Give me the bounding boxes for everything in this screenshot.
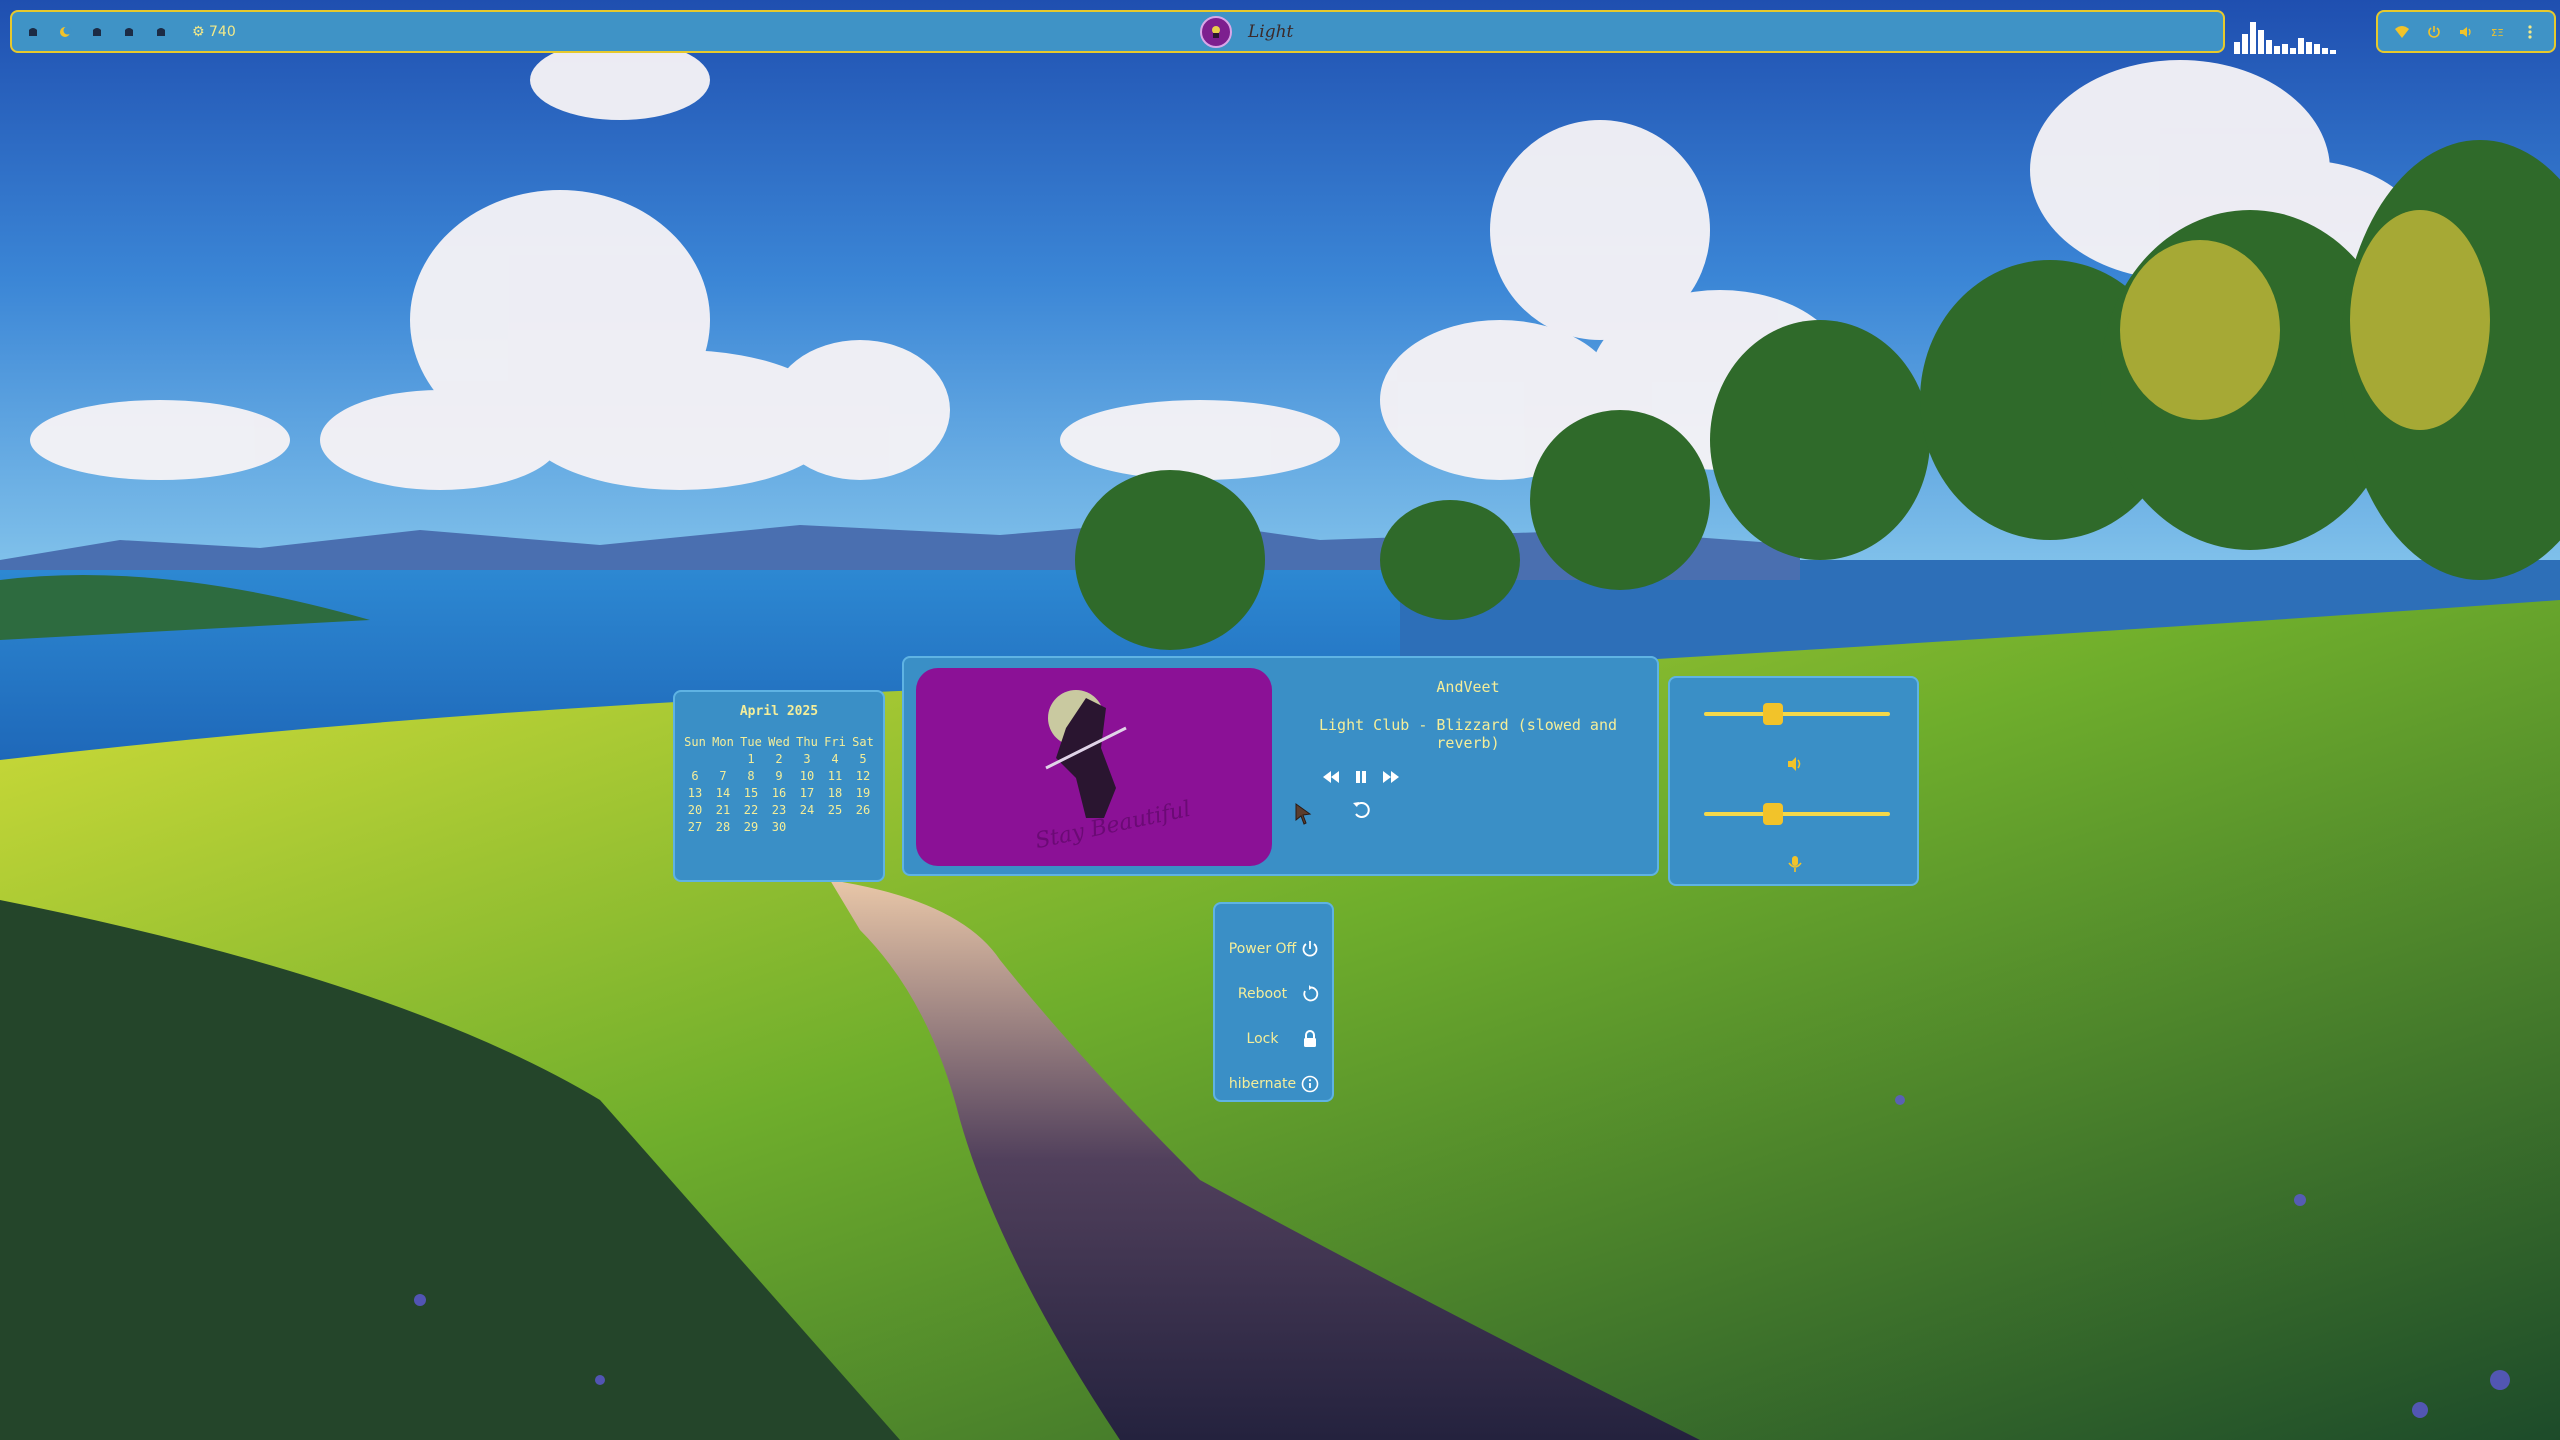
counter-widget: ⚙ 740 [192,24,236,40]
calendar-day[interactable]: 17 [793,786,821,801]
calendar-day[interactable]: 3 [793,752,821,767]
audio-visualizer [2234,22,2336,54]
mouse-cursor-icon [1295,803,1312,825]
calendar-day [709,752,737,767]
calendar-widget: April 2025 Sun Mon Tue Wed Thu Fri Sat 1… [673,690,885,882]
media-player: Stay Beautiful AndVeet Light Club - Bliz… [902,656,1659,876]
hibernate-button[interactable]: hibernate [1215,1061,1332,1106]
hibernate-label: hibernate [1228,1075,1297,1092]
track-title: Light Club - Blizzard (slowed and reverb… [1318,716,1617,752]
system-tray: ΣΞ [2376,10,2556,53]
workspace-icon[interactable] [90,25,104,39]
calendar-day[interactable]: 29 [737,820,765,835]
power-icon[interactable] [2425,23,2443,41]
workspace-icon[interactable] [122,25,136,39]
svg-text:ΣΞ: ΣΞ [2491,28,2504,39]
calendar-day[interactable]: 13 [681,786,709,801]
app-avatar-icon[interactable] [1200,16,1232,48]
weekday-label: Thu [796,735,818,749]
calendar-day[interactable]: 5 [849,752,877,767]
workspace-icon[interactable] [26,25,40,39]
calendar-day[interactable]: 30 [765,820,793,835]
calendar-day[interactable]: 7 [709,769,737,784]
weekday-label: Wed [768,735,790,749]
calendar-day[interactable]: 6 [681,769,709,784]
info-icon [1300,1074,1320,1094]
calendar-day[interactable]: 9 [765,769,793,784]
calendar-day [821,820,849,835]
calendar-grid: Sun Mon Tue Wed Thu Fri Sat 1 2 3 4 5 6 7 8 9 10 1… [675,735,883,835]
workspace-switcher: ⚙ 740 [26,12,236,51]
album-art-image: Stay Beautiful [1033,690,1193,854]
power-off-button[interactable]: Power Off [1215,926,1332,971]
calendar-day[interactable]: 18 [821,786,849,801]
wifi-icon[interactable] [2393,23,2411,41]
keyboard-layout-icon[interactable]: ΣΞ [2489,23,2507,41]
track-artist: AndVeet [1436,678,1500,696]
weekday-label: Tue [740,735,762,749]
calendar-day[interactable]: 27 [681,820,709,835]
calendar-day[interactable]: 20 [681,803,709,818]
previous-track-icon[interactable] [1320,766,1342,788]
workspace-icon[interactable] [154,25,168,39]
speaker-icon[interactable] [1785,754,1805,774]
calendar-day[interactable]: 25 [821,803,849,818]
counter-value: 740 [209,23,236,40]
calendar-day [793,820,821,835]
next-track-icon[interactable] [1380,766,1402,788]
calendar-day [849,820,877,835]
calendar-day[interactable]: 14 [709,786,737,801]
calendar-day[interactable]: 1 [737,752,765,767]
calendar-day [681,752,709,767]
calendar-day[interactable]: 16 [765,786,793,801]
calendar-day[interactable]: 2 [765,752,793,767]
output-volume-slider[interactable] [1704,703,1890,725]
audio-control-panel [1668,676,1919,886]
active-window-info: Light [1200,16,1293,48]
calendar-day[interactable]: 10 [793,769,821,784]
moon-icon[interactable] [58,25,72,39]
reboot-label: Reboot [1237,985,1288,1002]
weekday-label: Sun [684,735,706,749]
input-volume-handle[interactable] [1762,803,1783,825]
repeat-icon[interactable] [1350,798,1372,820]
power-menu: Power Off Reboot Lock hibernate [1213,902,1334,1102]
lock-icon [1300,1029,1320,1049]
power-icon [1300,939,1320,959]
volume-icon[interactable] [2457,23,2475,41]
menu-icon[interactable] [2521,23,2539,41]
calendar-month-title[interactable]: April 2025 [675,704,883,719]
calendar-day[interactable]: 21 [709,803,737,818]
calendar-day[interactable]: 24 [793,803,821,818]
window-title: Light [1248,22,1294,42]
reboot-icon [1300,984,1320,1004]
reboot-button[interactable]: Reboot [1215,971,1332,1016]
album-cover: Stay Beautiful [916,668,1272,866]
calendar-day[interactable]: 12 [849,769,877,784]
power-off-label: Power Off [1228,940,1297,957]
top-bar: ⚙ 740 Light [10,10,2225,53]
calendar-day[interactable]: 8 [737,769,765,784]
calendar-day[interactable]: 4 [821,752,849,767]
playback-controls [1320,766,1402,788]
cpu-icon: ⚙ [192,23,205,40]
calendar-day[interactable]: 19 [849,786,877,801]
output-volume-handle[interactable] [1762,703,1783,725]
lock-label: Lock [1246,1030,1279,1047]
microphone-icon[interactable] [1785,854,1805,874]
lock-button[interactable]: Lock [1215,1016,1332,1061]
weekday-label: Sat [852,735,874,749]
calendar-day[interactable]: 11 [821,769,849,784]
calendar-day[interactable]: 26 [849,803,877,818]
calendar-day[interactable]: 28 [709,820,737,835]
weekday-label: Mon [712,735,734,749]
svg-text:Stay Beautiful: Stay Beautiful [1033,797,1193,854]
calendar-day[interactable]: 22 [737,803,765,818]
calendar-day[interactable]: 15 [737,786,765,801]
pause-icon[interactable] [1350,766,1372,788]
input-volume-slider[interactable] [1704,803,1890,825]
calendar-day[interactable]: 23 [765,803,793,818]
weekday-label: Fri [824,735,846,749]
